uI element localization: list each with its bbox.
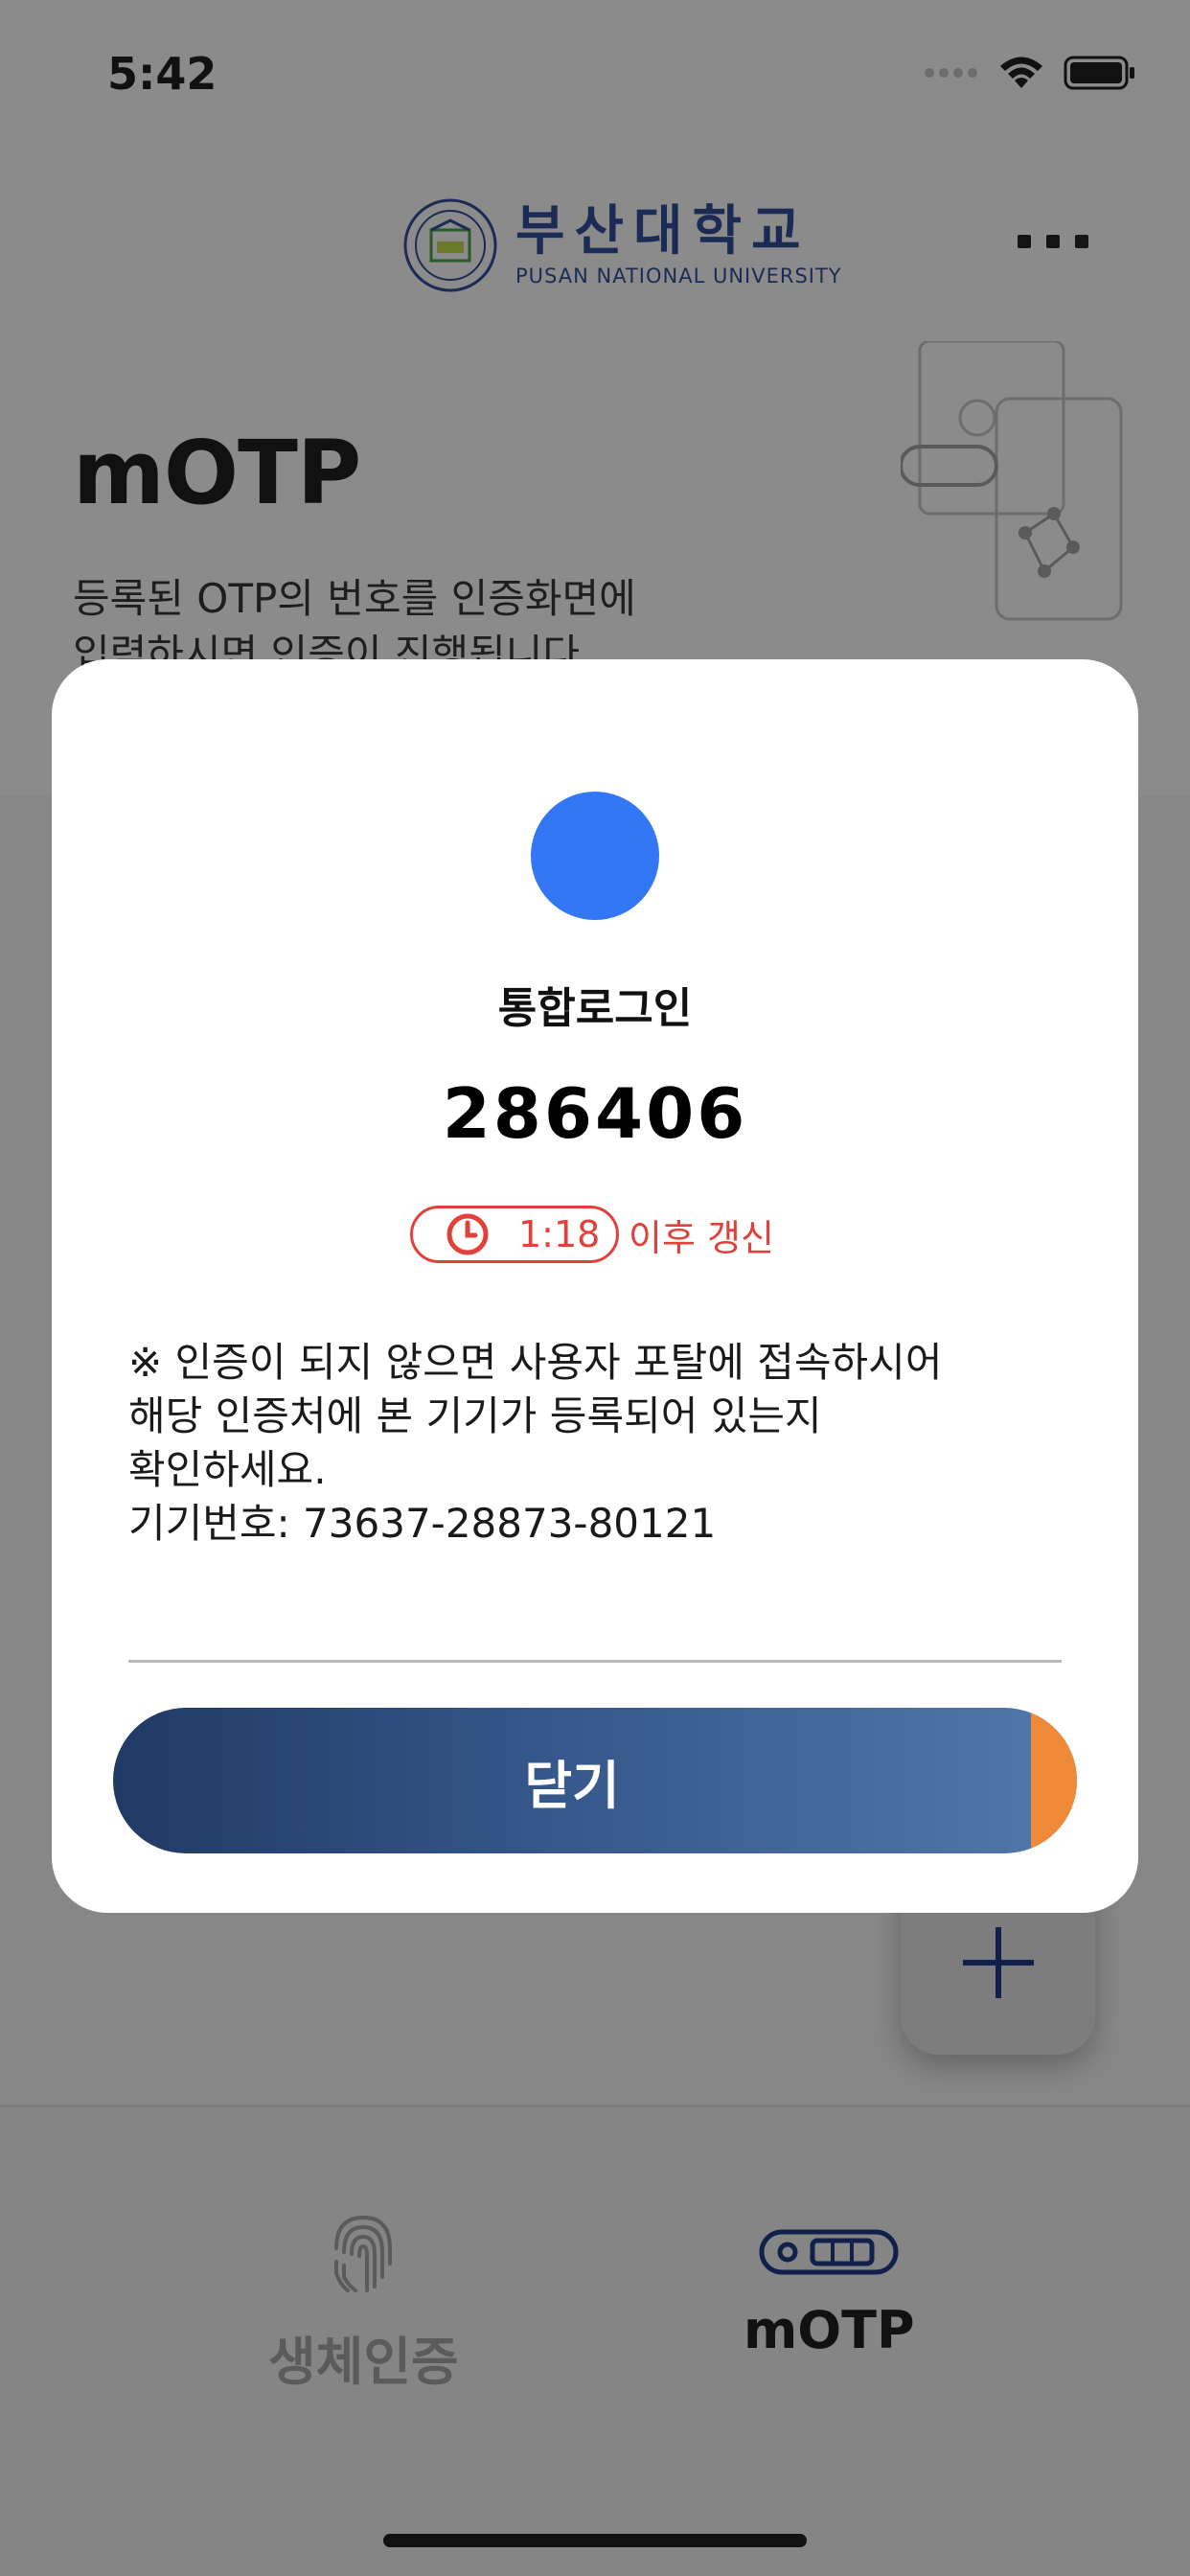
more-dot: [1046, 235, 1060, 248]
signal-icon: [925, 68, 977, 78]
more-dot: [1075, 235, 1088, 248]
otp-modal: 통합로그인 286406 1:18 이후 갱신 ※ 인증이 되지 않으면 사용자…: [52, 659, 1138, 1913]
otp-illustration-icon: [901, 341, 1123, 621]
refresh-timer: 1:18 이후 갱신: [410, 1206, 774, 1263]
tab-bar: [0, 2107, 1190, 2576]
notice-line: ※ 인증이 되지 않으면 사용자 포탈에 접속하시어: [128, 1339, 943, 1386]
device-number: 기기번호: 73637-28873-80121: [128, 1500, 717, 1547]
otp-code: 286406: [442, 1073, 748, 1154]
notice-line: 확인하세요.: [128, 1446, 327, 1493]
status-icons: [924, 54, 1136, 92]
page-description-line: 등록된 OTP의 번호를 인증화면에: [73, 575, 636, 622]
logo-korean-text: 부산대학교: [515, 200, 811, 263]
service-avatar: [531, 792, 659, 920]
fingerprint-icon: [334, 2215, 393, 2292]
tab-biometric[interactable]: 생체인증: [268, 2210, 459, 2395]
close-button[interactable]: 닫기: [113, 1708, 1077, 1853]
service-title: 통합로그인: [497, 984, 693, 1033]
battery-icon: [1064, 56, 1134, 90]
modal-divider: [128, 1660, 1062, 1663]
wifi-icon: [1000, 57, 1042, 88]
more-icon[interactable]: [1018, 222, 1098, 261]
tab-label: mOTP: [744, 2300, 915, 2360]
logo-english-text: PUSAN NATIONAL UNIVERSITY: [515, 264, 842, 288]
device-notice: ※ 인증이 되지 않으면 사용자 포탈에 접속하시어 해당 인증처에 본 기기가…: [128, 1336, 1067, 1551]
timer-suffix: 이후 갱신: [629, 1216, 774, 1259]
home-indicator: [383, 2534, 807, 2547]
university-seal-icon: [403, 198, 497, 292]
university-logo: 부산대학교 PUSAN NATIONAL UNIVERSITY: [402, 197, 842, 293]
tab-label: 생체인증: [268, 2332, 459, 2392]
clock-icon: [446, 1213, 489, 1255]
otp-token-icon: [759, 2229, 899, 2275]
plus-icon-vertical: [995, 1927, 1001, 1998]
timer-remaining: 1:18: [518, 1213, 601, 1255]
close-button-accent: [1031, 1708, 1077, 1853]
tab-motp[interactable]: mOTP: [744, 2210, 915, 2360]
notice-line: 해당 인증처에 본 기기가 등록되어 있는지: [128, 1392, 822, 1439]
more-dot: [1018, 235, 1031, 248]
timer-badge: 1:18: [410, 1206, 619, 1263]
page-title: mOTP: [73, 422, 361, 524]
close-button-label: 닫기: [524, 1755, 620, 1816]
status-time: 5:42: [107, 48, 217, 100]
